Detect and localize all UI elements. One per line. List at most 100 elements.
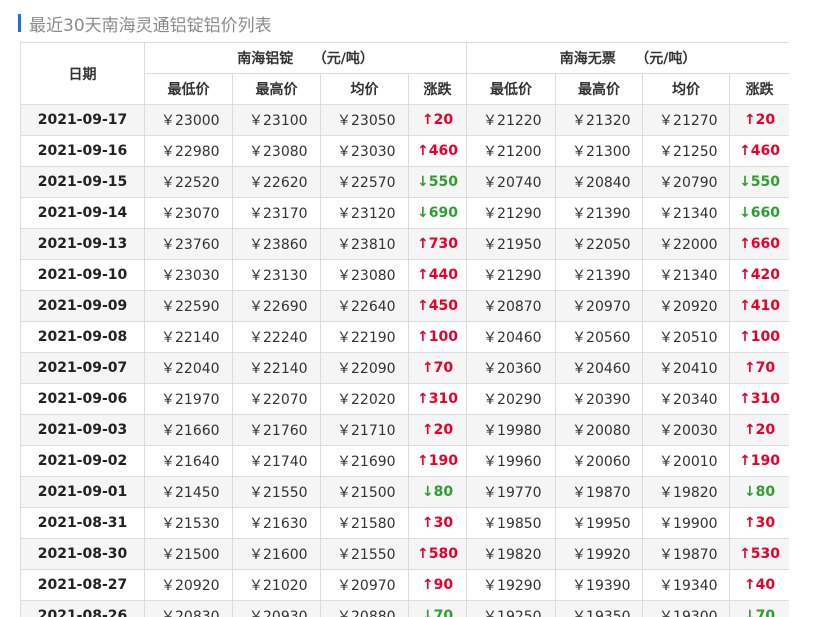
noinvoice-avg-cell: ￥20920 (642, 290, 731, 322)
date-cell: 2021-09-08 (20, 321, 145, 353)
noinvoice-high-cell: ￥19350 (555, 600, 644, 617)
title-accent-bar (18, 14, 21, 32)
date-cell: 2021-09-13 (20, 228, 145, 260)
ingot-avg-cell: ￥21550 (320, 538, 409, 570)
ingot-low-cell: ￥21660 (144, 414, 233, 446)
date-cell: 2021-09-17 (20, 104, 145, 136)
date-cell: 2021-08-27 (20, 569, 145, 601)
noinvoice-high-cell: ￥19950 (555, 507, 644, 539)
noinvoice-avg-cell: ￥20010 (642, 445, 731, 477)
col-header-change: 涨跌 (729, 73, 789, 105)
ingot-avg-cell: ￥22570 (320, 166, 409, 198)
noinvoice-change-cell: ↑660 (729, 228, 789, 260)
table-row: 2021-09-02 ￥21640 ￥21740 ￥21690 ↑190 ￥19960 ￥2… (20, 445, 789, 477)
noinvoice-change-cell: ↑100 (729, 321, 789, 353)
noinvoice-low-cell: ￥21220 (466, 104, 557, 136)
noinvoice-change-cell: ↑70 (729, 352, 789, 384)
noinvoice-low-cell: ￥21950 (466, 228, 557, 260)
ingot-low-cell: ￥21970 (144, 383, 233, 415)
ingot-change-cell: ↑70 (407, 352, 468, 384)
noinvoice-low-cell: ￥20460 (466, 321, 557, 353)
table-row: 2021-09-16 ￥22980 ￥23080 ￥23030 ↑460 ￥21200 ￥2… (20, 135, 789, 167)
ingot-low-cell: ￥22140 (144, 321, 233, 353)
ingot-change-cell: ↑30 (407, 507, 468, 539)
ingot-low-cell: ￥22590 (144, 290, 233, 322)
table-body: 2021-09-17 ￥23000 ￥23100 ￥23050 ↑20 ￥21220 ￥21… (20, 104, 789, 617)
noinvoice-avg-cell: ￥20790 (642, 166, 731, 198)
noinvoice-change-cell: ↑20 (729, 104, 789, 136)
table-row: 2021-09-06 ￥21970 ￥22070 ￥22020 ↑310 ￥20290 ￥2… (20, 383, 789, 415)
noinvoice-high-cell: ￥20390 (555, 383, 644, 415)
ingot-high-cell: ￥22140 (232, 352, 321, 384)
noinvoice-change-cell: ↓70 (729, 600, 789, 617)
ingot-change-cell: ↑450 (407, 290, 468, 322)
ingot-avg-cell: ￥21500 (320, 476, 409, 508)
date-cell: 2021-09-03 (20, 414, 145, 446)
noinvoice-avg-cell: ￥19820 (642, 476, 731, 508)
noinvoice-avg-cell: ￥22000 (642, 228, 731, 260)
ingot-low-cell: ￥21530 (144, 507, 233, 539)
ingot-change-cell: ↑90 (407, 569, 468, 601)
noinvoice-low-cell: ￥21290 (466, 259, 557, 291)
noinvoice-avg-cell: ￥21340 (642, 197, 731, 229)
noinvoice-avg-cell: ￥19340 (642, 569, 731, 601)
noinvoice-low-cell: ￥21200 (466, 135, 557, 167)
table-row: 2021-08-30 ￥21500 ￥21600 ￥21550 ↑580 ￥19820 ￥1… (20, 538, 789, 570)
group-header-nanhai-no-invoice: 南海无票 （元/吨） (466, 42, 789, 74)
ingot-high-cell: ￥23100 (232, 104, 321, 136)
noinvoice-change-cell: ↑20 (729, 414, 789, 446)
ingot-high-cell: ￥23130 (232, 259, 321, 291)
ingot-change-cell: ↓80 (407, 476, 468, 508)
ingot-change-cell: ↑20 (407, 104, 468, 136)
ingot-avg-cell: ￥22090 (320, 352, 409, 384)
noinvoice-high-cell: ￥21390 (555, 259, 644, 291)
date-cell: 2021-08-26 (20, 600, 145, 617)
ingot-avg-cell: ￥22190 (320, 321, 409, 353)
noinvoice-high-cell: ￥20970 (555, 290, 644, 322)
table-row: 2021-08-27 ￥20920 ￥21020 ￥20970 ↑90 ￥19290 ￥19… (20, 569, 789, 601)
ingot-change-cell: ↑310 (407, 383, 468, 415)
col-header-avg: 均价 (642, 73, 731, 105)
noinvoice-change-cell: ↑40 (729, 569, 789, 601)
ingot-low-cell: ￥21450 (144, 476, 233, 508)
noinvoice-avg-cell: ￥21270 (642, 104, 731, 136)
ingot-high-cell: ￥20930 (232, 600, 321, 617)
noinvoice-low-cell: ￥19850 (466, 507, 557, 539)
table-row: 2021-09-08 ￥22140 ￥22240 ￥22190 ↑100 ￥20460 ￥2… (20, 321, 789, 353)
ingot-avg-cell: ￥23030 (320, 135, 409, 167)
ingot-low-cell: ￥21640 (144, 445, 233, 477)
ingot-high-cell: ￥21550 (232, 476, 321, 508)
noinvoice-high-cell: ￥21390 (555, 197, 644, 229)
ingot-change-cell: ↓70 (407, 600, 468, 617)
table-row: 2021-09-01 ￥21450 ￥21550 ￥21500 ↓80 ￥19770 ￥19… (20, 476, 789, 508)
noinvoice-avg-cell: ￥19300 (642, 600, 731, 617)
col-header-avg: 均价 (320, 73, 409, 105)
noinvoice-change-cell: ↑30 (729, 507, 789, 539)
ingot-avg-cell: ￥22640 (320, 290, 409, 322)
ingot-change-cell: ↑190 (407, 445, 468, 477)
date-cell: 2021-09-07 (20, 352, 145, 384)
date-cell: 2021-09-02 (20, 445, 145, 477)
table-row: 2021-09-03 ￥21660 ￥21760 ￥21710 ↑20 ￥19980 ￥20… (20, 414, 789, 446)
table-row: 2021-09-10 ￥23030 ￥23130 ￥23080 ↑440 ￥21290 ￥2… (20, 259, 789, 291)
date-cell: 2021-09-15 (20, 166, 145, 198)
noinvoice-low-cell: ￥20870 (466, 290, 557, 322)
ingot-low-cell: ￥23030 (144, 259, 233, 291)
ingot-avg-cell: ￥23050 (320, 104, 409, 136)
ingot-avg-cell: ￥22020 (320, 383, 409, 415)
noinvoice-change-cell: ↑460 (729, 135, 789, 167)
section-header: 最近30天南海灵通铝锭铝价列表 (18, 12, 272, 36)
ingot-low-cell: ￥23070 (144, 197, 233, 229)
noinvoice-avg-cell: ￥20510 (642, 321, 731, 353)
col-header-high: 最高价 (232, 73, 321, 105)
date-cell: 2021-09-09 (20, 290, 145, 322)
table-row: 2021-08-31 ￥21530 ￥21630 ￥21580 ↑30 ￥19850 ￥19… (20, 507, 789, 539)
table-row: 2021-09-17 ￥23000 ￥23100 ￥23050 ↑20 ￥21220 ￥21… (20, 104, 789, 136)
ingot-low-cell: ￥23000 (144, 104, 233, 136)
noinvoice-low-cell: ￥20360 (466, 352, 557, 384)
noinvoice-avg-cell: ￥21250 (642, 135, 731, 167)
ingot-avg-cell: ￥23120 (320, 197, 409, 229)
ingot-change-cell: ↑440 (407, 259, 468, 291)
noinvoice-change-cell: ↑530 (729, 538, 789, 570)
ingot-low-cell: ￥23760 (144, 228, 233, 260)
